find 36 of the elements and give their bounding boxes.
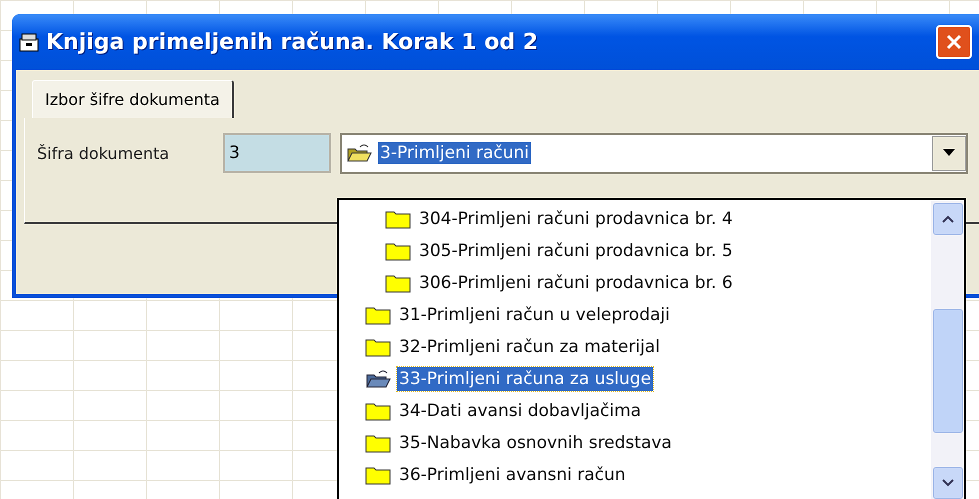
- folder-icon: [385, 209, 411, 229]
- open-folder-icon: [346, 143, 372, 163]
- window-title: Knjiga primeljenih računa. Korak 1 od 2: [46, 30, 540, 54]
- scroll-down-button[interactable]: [932, 467, 962, 499]
- list-item[interactable]: 32-Primljeni račun za materijal: [397, 335, 662, 359]
- folder-icon: [385, 241, 411, 261]
- dropdown-arrow-button[interactable]: [932, 136, 966, 170]
- list-item[interactable]: 34-Dati avansi dobavljačima: [397, 399, 644, 423]
- combo-value: 3-Primljeni računi: [378, 142, 532, 164]
- file-cabinet-icon: [18, 31, 40, 53]
- folder-icon: [385, 273, 411, 293]
- folder-icon: [365, 337, 391, 357]
- caret-icon: [943, 149, 955, 157]
- open-folder-icon: [365, 369, 391, 389]
- folder-icon: [365, 401, 391, 421]
- close-icon: [944, 32, 964, 52]
- scroll-thumb[interactable]: [932, 309, 962, 433]
- document-combo-box[interactable]: 3-Primljeni računi: [340, 132, 968, 174]
- list-item[interactable]: 36-Primljeni avansni račun: [397, 463, 628, 487]
- list-item[interactable]: 31-Primljeni račun u veleprodaji: [397, 303, 672, 327]
- list-item[interactable]: 35-Nabavka osnovnih sredstava: [397, 431, 674, 455]
- list-item[interactable]: 33-Primljeni računa za usluge: [397, 367, 654, 391]
- close-button[interactable]: [936, 25, 972, 59]
- chevron-down-icon: [942, 479, 954, 487]
- tab[interactable]: Izbor šifre dokumenta: [32, 80, 234, 118]
- folder-icon: [365, 433, 391, 453]
- scrollbar[interactable]: [931, 200, 964, 499]
- list-item[interactable]: 304-Primljeni računi prodavnica br. 4: [417, 207, 735, 231]
- list-item[interactable]: 306-Primljeni računi prodavnica br. 6: [417, 271, 735, 295]
- folder-icon: [365, 465, 391, 485]
- chevron-up-icon: [942, 215, 954, 223]
- scroll-up-button[interactable]: [932, 203, 962, 235]
- folder-icon: [365, 305, 391, 325]
- field-label: Šifra dokumenta: [37, 144, 170, 162]
- code-field[interactable]: 3: [223, 133, 331, 173]
- list-item[interactable]: 305-Primljeni računi prodavnica br. 5: [417, 239, 735, 263]
